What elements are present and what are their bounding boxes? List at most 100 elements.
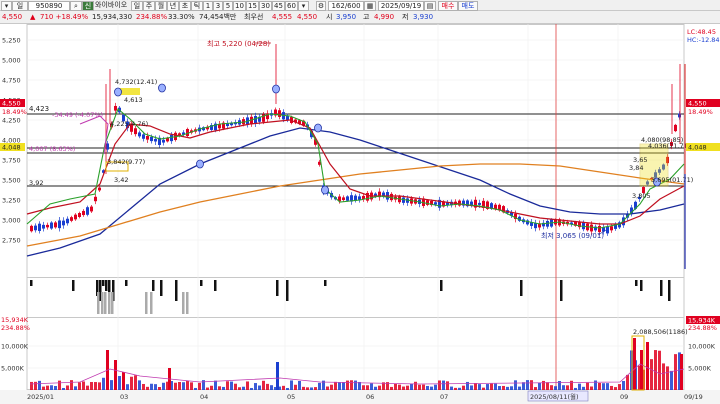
time-tick-label: 09 [620, 393, 628, 401]
calendar-picker-icon[interactable]: ▤ [424, 1, 436, 11]
volume-bar [254, 383, 257, 390]
candle-body [66, 218, 69, 224]
candle-body [34, 225, 37, 231]
volume-bar [454, 387, 457, 390]
candle-body [30, 225, 33, 232]
volume-bar [326, 386, 329, 390]
volume-tick-label: 5,000K [1, 365, 25, 373]
minute-60[interactable]: 60 [285, 1, 298, 11]
volume-bar [650, 359, 653, 390]
signal-bar-dark [560, 280, 563, 301]
time-tick-label: 2025/01 [27, 393, 54, 401]
volume-bar [534, 387, 537, 390]
volume-bar [222, 386, 225, 390]
date-input[interactable]: 2025/09/19 [378, 1, 424, 11]
signal-bar-light [104, 292, 107, 314]
minute-3[interactable]: 3 [213, 1, 223, 11]
signal-bar-light [145, 292, 148, 314]
volume-bar [138, 380, 141, 390]
turnover: 33.30% [168, 13, 195, 21]
volume-bar [134, 375, 137, 390]
candle-body [342, 197, 345, 201]
arrow-up-icon: ▲ [30, 13, 36, 21]
minute-more-button[interactable]: ▾ [298, 1, 309, 11]
right-hc: HC:-12.84 [687, 36, 720, 44]
volume-bar [674, 354, 677, 390]
volume-bar [250, 387, 253, 390]
volume-bar [346, 380, 349, 390]
volume-bar [366, 385, 369, 390]
period-day[interactable]: 일 [131, 1, 143, 11]
left-ma-value: 4,048 [2, 144, 21, 152]
left-volume-pct: 234.88% [1, 324, 30, 332]
volume-bar [70, 380, 73, 390]
annotation-volume: 2,088,506(1186) [633, 328, 688, 336]
calendar-icon[interactable]: ▦ [364, 1, 376, 11]
candle-body [74, 214, 77, 220]
volume-bar [626, 374, 629, 390]
volume-bar [174, 382, 177, 390]
buy-button[interactable]: 매수 [438, 1, 458, 11]
dropdown-button[interactable]: ▾ [1, 1, 12, 11]
annotation-a7: 3,842(9.77) [107, 158, 145, 166]
sell-button[interactable]: 매도 [458, 1, 478, 11]
signal-bar-light [111, 292, 114, 314]
annotation-a2: 4,007 (8.63%) [29, 145, 75, 153]
stock-chart[interactable]: 5,2505,0004,7504,5004,2504,0003,7503,500… [0, 24, 720, 404]
volume-bar [234, 383, 237, 390]
candle-body [254, 115, 257, 124]
volume-bar [622, 380, 625, 390]
volume-bar [614, 387, 617, 390]
high-price: 4,990 [374, 13, 395, 21]
volume-bar [640, 350, 643, 390]
period-month[interactable]: 월 [155, 1, 167, 11]
volume-bar [482, 387, 485, 390]
low-price: 3,930 [413, 13, 434, 21]
signal-bar-dark [152, 280, 155, 291]
volume-bar [214, 380, 217, 390]
volume-bar [430, 386, 433, 390]
price-change: 710 +18.49% [40, 13, 89, 21]
period-select[interactable]: 일 [12, 1, 28, 11]
volume-bar [598, 382, 601, 390]
minute-30[interactable]: 30 [259, 1, 272, 11]
left-price: 4,550 [2, 100, 21, 108]
volume-bar [150, 383, 153, 390]
minute-45[interactable]: 45 [272, 1, 285, 11]
volume-bar [302, 386, 305, 390]
signal-bar-dark [640, 280, 643, 291]
search-icon[interactable]: ⌕ [70, 1, 82, 11]
volume-bar [262, 380, 265, 390]
minute-15[interactable]: 15 [246, 1, 259, 11]
signal-bar-dark [102, 280, 105, 286]
minute-10[interactable]: 10 [233, 1, 246, 11]
volume-tick-label: 10,000K [688, 343, 716, 351]
stock-code-input[interactable]: 950890 [28, 1, 70, 11]
period-year[interactable]: 년 [167, 1, 179, 11]
period-second[interactable]: 초 [179, 1, 191, 11]
volume-bar [446, 381, 449, 390]
volume-bar [498, 386, 501, 390]
volume-tick-label: 10,000K [1, 343, 29, 351]
data-count-input[interactable]: 162/600 [328, 1, 364, 11]
volume-bar [502, 385, 505, 390]
candle-body [478, 202, 481, 205]
volume-bar [394, 383, 397, 390]
minute-5[interactable]: 5 [223, 1, 233, 11]
period-tick[interactable]: 틱 [191, 1, 203, 11]
volume-bar [406, 385, 409, 390]
volume-bar [342, 382, 345, 390]
signal-bar-light [186, 292, 189, 314]
minute-1[interactable]: 1 [203, 1, 213, 11]
candle-body [54, 222, 57, 228]
volume-bar [82, 381, 85, 390]
volume-bar [58, 380, 61, 390]
annotation-a4: 4,732(12.41) [115, 78, 157, 86]
period-week[interactable]: 주 [143, 1, 155, 11]
signal-bar-dark [276, 280, 279, 296]
volume-bar [258, 385, 261, 390]
volume-bar [186, 381, 189, 390]
settings-icon[interactable]: ⚙ [316, 1, 326, 11]
right-lc: LC:48.45 [687, 28, 716, 36]
volume-bar [378, 385, 381, 390]
